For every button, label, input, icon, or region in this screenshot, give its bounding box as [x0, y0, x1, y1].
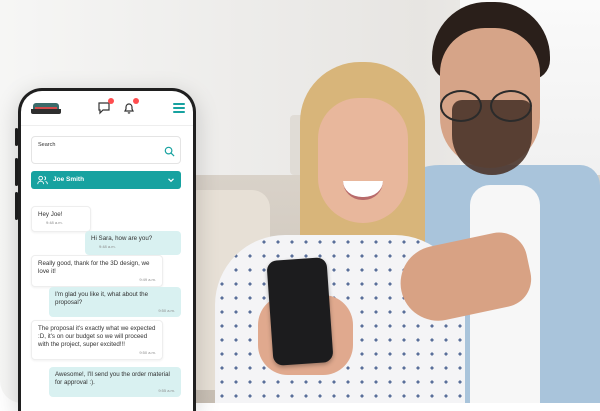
search-icon[interactable]	[164, 146, 175, 157]
phone-mockup: Search Joe Smith Hey Joe!9:48 a.m. Hi Sa…	[18, 88, 196, 411]
glasses	[432, 90, 542, 122]
message-outgoing: I'm glad you like it, what about the pro…	[49, 287, 181, 317]
users-icon	[37, 175, 48, 185]
message-time: 9:50 a.m.	[139, 350, 156, 355]
message-time: 9:48 a.m.	[99, 243, 116, 249]
woman-smartphone	[266, 257, 334, 366]
bell-icon[interactable]	[122, 98, 139, 115]
message-outgoing: Awesome!, I'll send you the order materi…	[49, 367, 181, 397]
search-label: Search	[38, 142, 56, 148]
company-logo[interactable]	[31, 103, 61, 115]
hamburger-menu-icon[interactable]	[173, 103, 185, 113]
message-time: 9:50 a.m.	[158, 308, 175, 313]
chevron-down-icon[interactable]	[167, 176, 175, 184]
message-incoming: The proposal it's exactly what we expect…	[31, 320, 163, 360]
message-time: 9:48 a.m.	[46, 219, 63, 225]
message-time: 9:55 a.m.	[158, 388, 175, 393]
bell-notification-dot	[133, 98, 139, 104]
chat-notification-dot	[108, 98, 114, 104]
contact-selector[interactable]: Joe Smith	[31, 171, 181, 189]
app-top-bar	[21, 91, 193, 126]
message-incoming: Really good, thank for the 3D design, we…	[31, 255, 163, 287]
message-incoming: Hey Joe!9:48 a.m.	[31, 206, 91, 232]
message-time: 9:49 a.m.	[139, 277, 156, 282]
search-input[interactable]: Search	[31, 136, 181, 164]
contact-name: Joe Smith	[53, 176, 85, 183]
woman-face	[318, 98, 408, 223]
message-outgoing: Hi Sara, how are you?9:48 a.m.	[85, 231, 181, 255]
chat-bubble-icon[interactable]	[97, 98, 114, 115]
